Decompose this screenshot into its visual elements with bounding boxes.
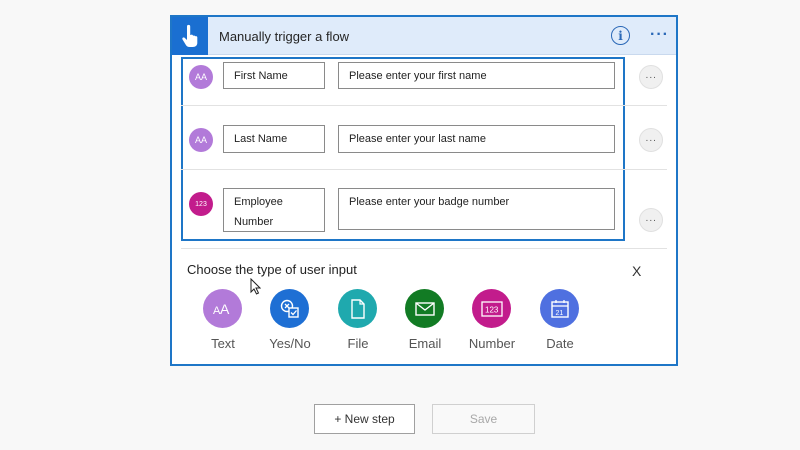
input-name-field[interactable]: Last Name — [223, 125, 325, 153]
option-yes-no[interactable]: Yes/No — [260, 289, 320, 353]
number-icon: 123 — [472, 289, 511, 328]
text-icon: AA — [203, 289, 242, 328]
new-step-button[interactable]: + New step — [314, 404, 415, 434]
svg-text:21: 21 — [555, 310, 563, 317]
text-icon: AA — [189, 65, 213, 89]
option-label: Yes/No — [269, 336, 311, 351]
save-button[interactable]: Save — [432, 404, 535, 434]
row-more-button[interactable]: ··· — [639, 208, 663, 232]
card-title: Manually trigger a flow — [219, 29, 350, 44]
option-label: Email — [408, 336, 442, 351]
more-options-icon[interactable]: ··· — [650, 26, 669, 44]
yes-no-icon — [270, 289, 309, 328]
hand-pointer-icon — [172, 17, 208, 55]
date-icon: 21 — [540, 289, 579, 328]
text-icon: AA — [189, 128, 213, 152]
input-name-field[interactable]: Employee Number — [223, 188, 325, 232]
row-more-button[interactable]: ··· — [639, 65, 663, 89]
option-date[interactable]: 21 Date — [530, 289, 590, 353]
input-name-field[interactable]: First Name — [223, 62, 325, 89]
row-divider — [181, 248, 667, 249]
row-divider — [181, 105, 667, 106]
option-file[interactable]: File — [328, 289, 388, 353]
input-description-field[interactable]: Please enter your first name — [338, 62, 615, 89]
email-icon — [405, 289, 444, 328]
file-icon — [338, 289, 377, 328]
svg-text:A: A — [220, 301, 230, 317]
option-number[interactable]: 123 Number — [462, 289, 522, 353]
close-icon[interactable]: X — [632, 263, 641, 279]
svg-text:123: 123 — [485, 305, 499, 314]
input-description-field[interactable]: Please enter your last name — [338, 125, 615, 153]
option-label: Number — [468, 336, 516, 351]
row-divider — [181, 169, 667, 170]
card-header[interactable]: Manually trigger a flow i ··· — [172, 17, 676, 55]
option-label: Text — [211, 336, 235, 351]
info-icon[interactable]: i — [611, 26, 630, 45]
option-label: Date — [546, 336, 574, 351]
trigger-card: Manually trigger a flow i ··· AA First N… — [170, 15, 678, 366]
row-more-button[interactable]: ··· — [639, 128, 663, 152]
option-label: File — [347, 336, 369, 351]
mouse-cursor-icon — [250, 277, 262, 300]
choose-input-type-title: Choose the type of user input — [187, 262, 357, 277]
option-text[interactable]: AA Text — [193, 289, 253, 353]
option-email[interactable]: Email — [395, 289, 455, 353]
input-description-field[interactable]: Please enter your badge number — [338, 188, 615, 230]
number-icon: 123 — [189, 192, 213, 216]
